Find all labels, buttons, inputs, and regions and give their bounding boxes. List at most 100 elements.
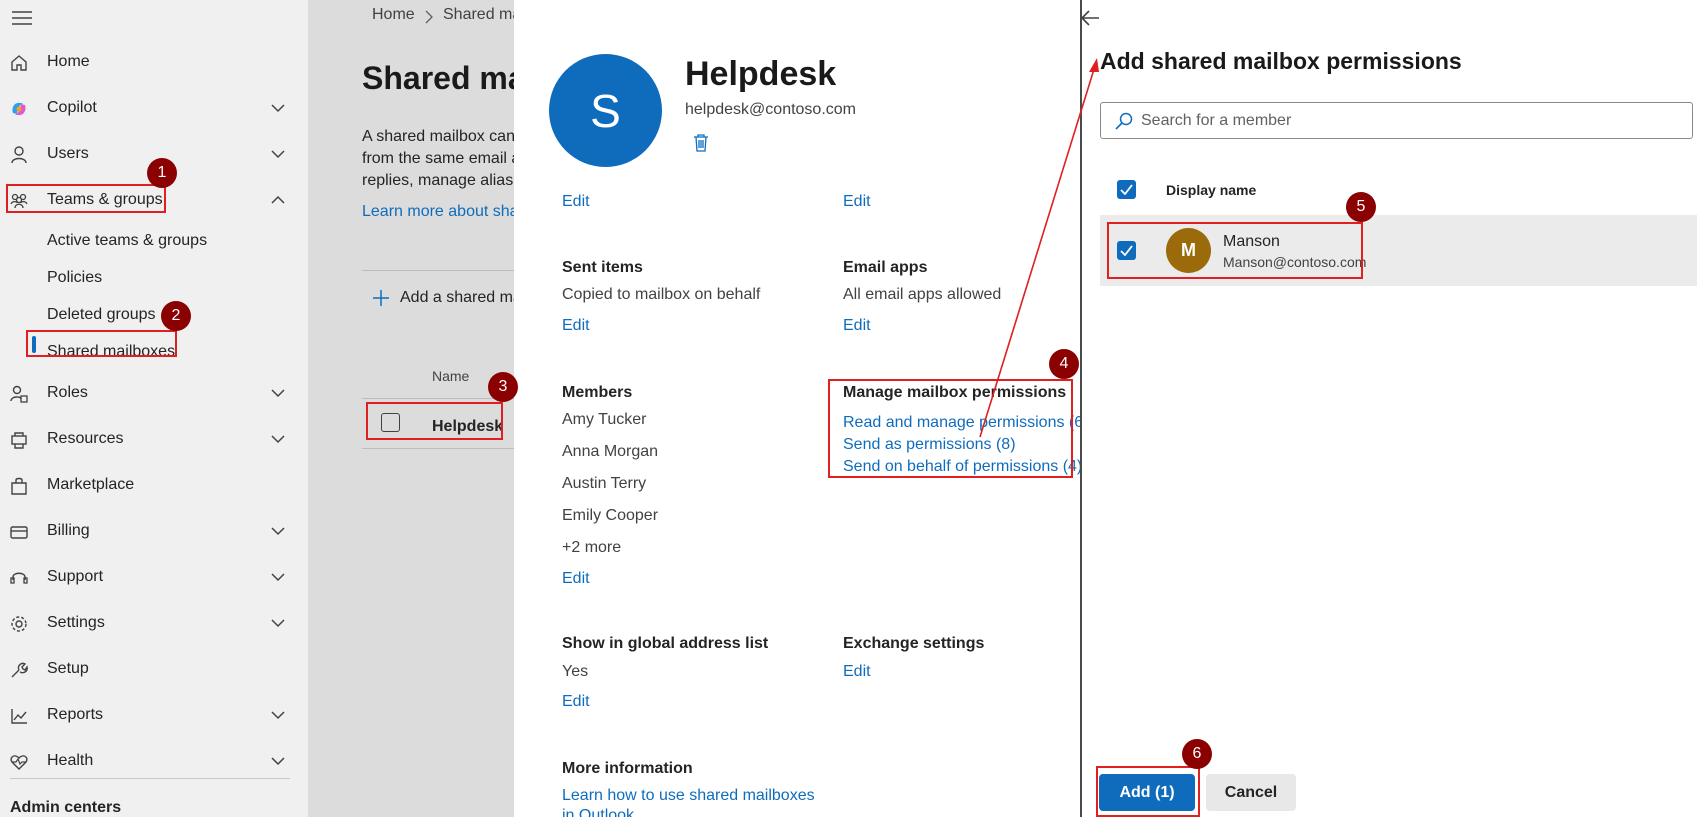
annotation-box-teams-groups [6, 184, 166, 213]
nav-label: Health [47, 752, 94, 769]
chevron-down-icon [271, 150, 285, 159]
description-line: replies, manage aliase [362, 172, 523, 189]
description-line: from the same email a [362, 150, 521, 167]
learn-shared-mailboxes-link-cont[interactable]: in Outlook [562, 807, 634, 817]
member-item: Emily Cooper [562, 507, 659, 524]
reports-icon [11, 709, 27, 724]
annotation-box-add-button [1096, 766, 1200, 817]
marketplace-icon [11, 477, 27, 495]
breadcrumb-current: Shared ma [443, 6, 522, 23]
column-header-display-name[interactable]: Display name [1166, 182, 1256, 198]
nav-label: Copilot [47, 99, 97, 116]
nav-label: Reports [47, 706, 104, 723]
chevron-up-icon [271, 195, 285, 204]
resources-icon [11, 432, 27, 449]
chevron-down-icon [271, 104, 285, 113]
email-apps-title: Email apps [843, 259, 928, 276]
nav-label: Resources [47, 430, 124, 447]
page-title: Shared ma [362, 60, 526, 96]
exchange-settings-edit-link[interactable]: Edit [843, 663, 871, 681]
exchange-settings-title: Exchange settings [843, 635, 985, 652]
learn-shared-mailboxes-link[interactable]: Learn how to use shared mailboxes [562, 787, 815, 805]
nav-label: Settings [47, 614, 105, 631]
member-item: Amy Tucker [562, 411, 647, 428]
step-badge-2: 2 [161, 301, 191, 331]
global-address-list-value: Yes [562, 663, 589, 680]
step-badge-5: 5 [1346, 192, 1376, 222]
billing-icon [10, 526, 28, 539]
edit-link[interactable]: Edit [843, 193, 871, 211]
trash-icon[interactable] [693, 133, 709, 152]
nav-item-support[interactable]: Support [0, 557, 308, 597]
column-header-name[interactable]: Name [432, 368, 469, 384]
nav-label: Billing [47, 522, 90, 539]
checkmark-icon [1120, 184, 1133, 195]
step-badge-3: 3 [488, 372, 518, 402]
nav-label: Support [47, 568, 104, 585]
sidebar-divider [10, 778, 290, 779]
nav-item-copilot[interactable]: Copilot [0, 88, 308, 128]
edit-members-link[interactable]: Edit [562, 570, 590, 588]
left-navigation: Home Copilot Users Teams & groups Active… [0, 0, 308, 817]
nav-item-setup[interactable]: Setup [0, 649, 308, 689]
members-title: Members [562, 384, 633, 401]
copilot-icon [12, 102, 26, 116]
member-item: Anna Morgan [562, 443, 659, 460]
chevron-down-icon [271, 527, 285, 536]
nav-item-marketplace[interactable]: Marketplace [0, 465, 308, 505]
support-icon [10, 572, 28, 584]
annotation-box-helpdesk-row [366, 402, 503, 440]
edit-gal-link[interactable]: Edit [562, 693, 590, 711]
chevron-down-icon [271, 619, 285, 628]
plus-icon [373, 290, 389, 306]
chevron-down-icon [271, 573, 285, 582]
chevron-down-icon [271, 435, 285, 444]
heart-pulse-icon [10, 755, 28, 770]
annotation-box-shared-mailboxes [26, 330, 177, 357]
gear-icon [11, 616, 27, 632]
learn-more-link[interactable]: Learn more about sha [362, 203, 519, 221]
mailbox-avatar: S [549, 54, 662, 167]
add-shared-mailbox-button[interactable]: Add a shared ma [372, 287, 522, 309]
breadcrumb-home[interactable]: Home [372, 6, 415, 24]
search-placeholder: Search for a member [1141, 112, 1292, 129]
annotation-box-manage-permissions [828, 379, 1073, 478]
more-information-title: More information [562, 760, 693, 777]
edit-sent-items-link[interactable]: Edit [562, 317, 590, 335]
nav-item-billing[interactable]: Billing [0, 511, 308, 551]
roles-icon [10, 385, 28, 403]
admin-centers-heading[interactable]: Admin centers [10, 799, 121, 817]
global-address-list-title: Show in global address list [562, 635, 769, 652]
description-line: A shared mailbox can [362, 128, 515, 145]
cancel-button[interactable]: Cancel [1206, 774, 1296, 811]
email-apps-value: All email apps allowed [843, 286, 1002, 303]
nav-item-health[interactable]: Health [0, 741, 308, 781]
back-arrow-icon[interactable] [1080, 9, 1100, 27]
nav-item-reports[interactable]: Reports [0, 695, 308, 735]
sent-items-value: Copied to mailbox on behalf [562, 286, 761, 303]
nav-item-roles[interactable]: Roles [0, 373, 308, 413]
edit-link[interactable]: Edit [562, 193, 590, 211]
step-badge-1: 1 [147, 158, 177, 188]
search-input[interactable]: Search for a member [1100, 102, 1693, 139]
hamburger-menu-icon[interactable] [10, 6, 34, 30]
nav-item-home[interactable]: Home [0, 42, 308, 82]
table-header-divider [362, 398, 514, 399]
nav-item-settings[interactable]: Settings [0, 603, 308, 643]
nav-label: Setup [47, 660, 89, 677]
chevron-down-icon [271, 757, 285, 766]
select-all-checkbox[interactable] [1117, 180, 1136, 199]
annotation-box-member-row [1107, 222, 1363, 279]
home-icon [11, 55, 27, 71]
sub-item-active-teams-groups[interactable]: Active teams & groups [47, 232, 207, 250]
wrench-icon [11, 662, 28, 678]
sub-item-deleted-groups[interactable]: Deleted groups [47, 306, 156, 324]
sub-item-policies[interactable]: Policies [47, 269, 102, 287]
member-item: Austin Terry [562, 475, 647, 492]
nav-label: Marketplace [47, 476, 135, 493]
more-members: +2 more [562, 539, 622, 556]
nav-item-resources[interactable]: Resources [0, 419, 308, 459]
sent-items-title: Sent items [562, 259, 643, 276]
toolbar-divider [362, 270, 514, 271]
edit-email-apps-link[interactable]: Edit [843, 317, 871, 335]
